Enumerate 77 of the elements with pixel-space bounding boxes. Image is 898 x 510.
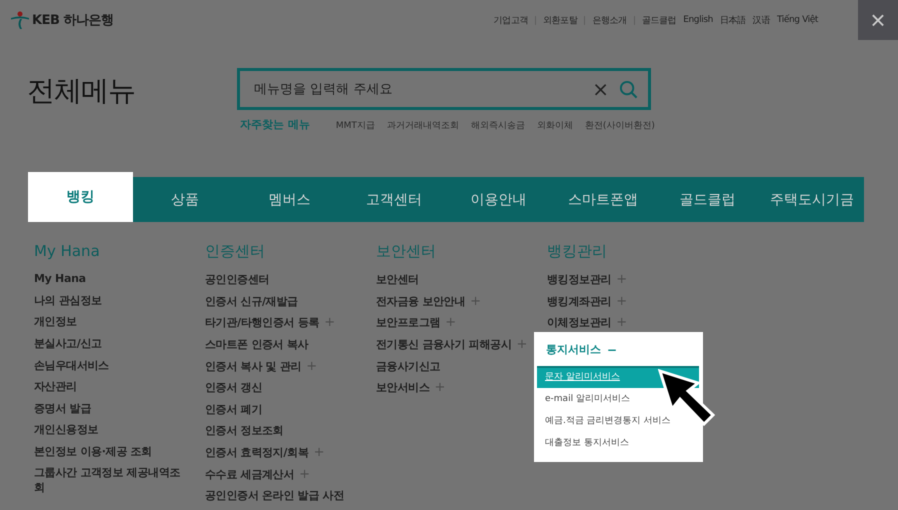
menu-tab[interactable]: 상품 bbox=[132, 177, 237, 222]
top-link[interactable]: Tiếng Việt bbox=[776, 15, 818, 25]
menu-link[interactable]: 보안서비스 bbox=[376, 380, 430, 396]
expand-toggle[interactable]: + bbox=[516, 337, 528, 352]
expand-toggle[interactable]: + bbox=[616, 315, 628, 330]
menu-link[interactable]: 개인신용정보 bbox=[34, 422, 98, 438]
expand-toggle[interactable]: + bbox=[434, 380, 446, 396]
menu-link[interactable]: 타기관/타행인증서 등록 bbox=[205, 315, 320, 330]
menu-link[interactable]: 인증서 효력정지/회복 bbox=[205, 445, 309, 460]
expand-toggle[interactable]: + bbox=[616, 294, 628, 309]
search-icon[interactable] bbox=[619, 80, 638, 98]
frequent-menu-link[interactable]: 해외즉시송금 bbox=[470, 119, 525, 132]
expand-toggle[interactable]: + bbox=[470, 294, 482, 309]
menu-link[interactable]: 개인정보 bbox=[34, 314, 77, 330]
menu-tab[interactable]: 스마트폰앱 bbox=[550, 177, 655, 222]
search-field[interactable]: 메뉴명을 입력해 주세요 × bbox=[237, 68, 651, 110]
submenu-heading[interactable]: 통지서비스 bbox=[546, 342, 601, 357]
menu-link[interactable]: 손님우대서비스 bbox=[34, 358, 109, 373]
menu-tab[interactable]: 뱅킹 bbox=[28, 172, 132, 222]
menu-link[interactable]: 분실사고/신고 bbox=[34, 336, 102, 352]
frequent-menu-link[interactable]: 환전(사이버환전) bbox=[584, 119, 655, 132]
frequent-menu-label: 자주찾는 메뉴 bbox=[240, 117, 310, 132]
menu-link[interactable]: 공인인증센터 bbox=[205, 272, 270, 288]
top-link[interactable]: 日本語 bbox=[720, 14, 746, 26]
menu-link[interactable]: 수수료 세금계산서 bbox=[205, 466, 294, 482]
page-title: 전체메뉴 bbox=[27, 73, 135, 109]
menu-tab[interactable]: 주택도시기금 bbox=[760, 177, 864, 222]
logo-icon bbox=[10, 10, 30, 30]
frequent-menu-link[interactable]: 외화이체 bbox=[536, 119, 573, 132]
menu-link[interactable]: 금융사기신고 bbox=[376, 358, 440, 374]
column-heading: 인증센터 bbox=[205, 242, 266, 261]
menu-tab[interactable]: 골드클럽 bbox=[655, 177, 760, 222]
menu-link[interactable]: My Hana bbox=[34, 272, 86, 286]
collapse-toggle[interactable]: − bbox=[607, 342, 618, 356]
menu-tab[interactable]: 고객센터 bbox=[342, 177, 446, 222]
top-link[interactable]: 골드클럽 bbox=[642, 14, 676, 26]
expand-toggle[interactable]: + bbox=[299, 466, 310, 482]
menu-link[interactable]: 증명서 발급 bbox=[34, 400, 92, 416]
menu-link[interactable]: 그룹사간 고객정보 제공내역조회 bbox=[34, 465, 184, 496]
menu-link[interactable]: 인증서 신규/재발급 bbox=[205, 294, 298, 309]
top-link[interactable]: English bbox=[683, 15, 713, 25]
menu-link[interactable]: 전자금융 보안안내 bbox=[376, 294, 466, 309]
menu-link[interactable]: 전기통신 금융사기 피해공시 bbox=[376, 337, 512, 352]
menu-link[interactable]: 스마트폰 인증서 복사 bbox=[205, 337, 308, 352]
menu-tab[interactable]: 멤버스 bbox=[237, 177, 342, 222]
clear-button[interactable]: × bbox=[592, 79, 609, 99]
frequent-menu-link[interactable]: MMT지급 bbox=[336, 119, 375, 132]
expand-toggle[interactable]: + bbox=[306, 358, 318, 374]
menu-link[interactable]: 인증서 폐기 bbox=[205, 402, 262, 417]
top-link[interactable]: 은행소개 bbox=[592, 14, 627, 26]
menu-link[interactable]: 인증서 정보조회 bbox=[205, 423, 284, 438]
column-heading: My Hana bbox=[34, 242, 101, 260]
frequent-menu-link[interactable]: 과거거래내역조회 bbox=[386, 119, 459, 132]
menu-link[interactable]: 보안프로그램 bbox=[376, 315, 440, 330]
top-link[interactable]: 汉语 bbox=[752, 14, 770, 26]
logo-text[interactable]: KEB 하나은행 bbox=[32, 11, 114, 29]
top-link[interactable]: 외환포탈 bbox=[543, 14, 578, 26]
column-heading: 보안센터 bbox=[376, 242, 437, 261]
menu-link[interactable]: 보안센터 bbox=[376, 272, 419, 288]
menu-tab[interactable]: 이용안내 bbox=[446, 177, 550, 222]
menu-link[interactable]: 인증서 복사 및 관리 bbox=[205, 358, 302, 374]
menu-link[interactable]: 인증서 갱신 bbox=[205, 380, 262, 396]
menu-link[interactable]: 본인정보 이용·제공 조회 bbox=[34, 444, 152, 460]
top-link[interactable]: 기업고객 bbox=[494, 14, 528, 26]
column-heading: 뱅킹관리 bbox=[547, 242, 608, 261]
menu-link[interactable]: 자산관리 bbox=[34, 379, 77, 394]
expand-toggle[interactable]: + bbox=[616, 272, 628, 288]
menu-link[interactable]: 공인인증서 온라인 발급 사전 bbox=[205, 488, 344, 504]
menu-link[interactable]: 나의 관심정보 bbox=[34, 292, 102, 308]
menu-link[interactable]: 뱅킹정보관리 bbox=[547, 272, 612, 288]
menu-link[interactable]: 이체정보관리 bbox=[547, 315, 612, 330]
expand-toggle[interactable]: + bbox=[324, 315, 336, 330]
expand-toggle[interactable]: + bbox=[445, 315, 456, 330]
expand-toggle[interactable]: + bbox=[314, 445, 324, 460]
close-button[interactable]: × bbox=[858, 0, 898, 40]
submenu-item[interactable]: 대출정보 통지서비스 bbox=[537, 432, 699, 454]
menu-link[interactable]: 뱅킹계좌관리 bbox=[547, 294, 612, 309]
